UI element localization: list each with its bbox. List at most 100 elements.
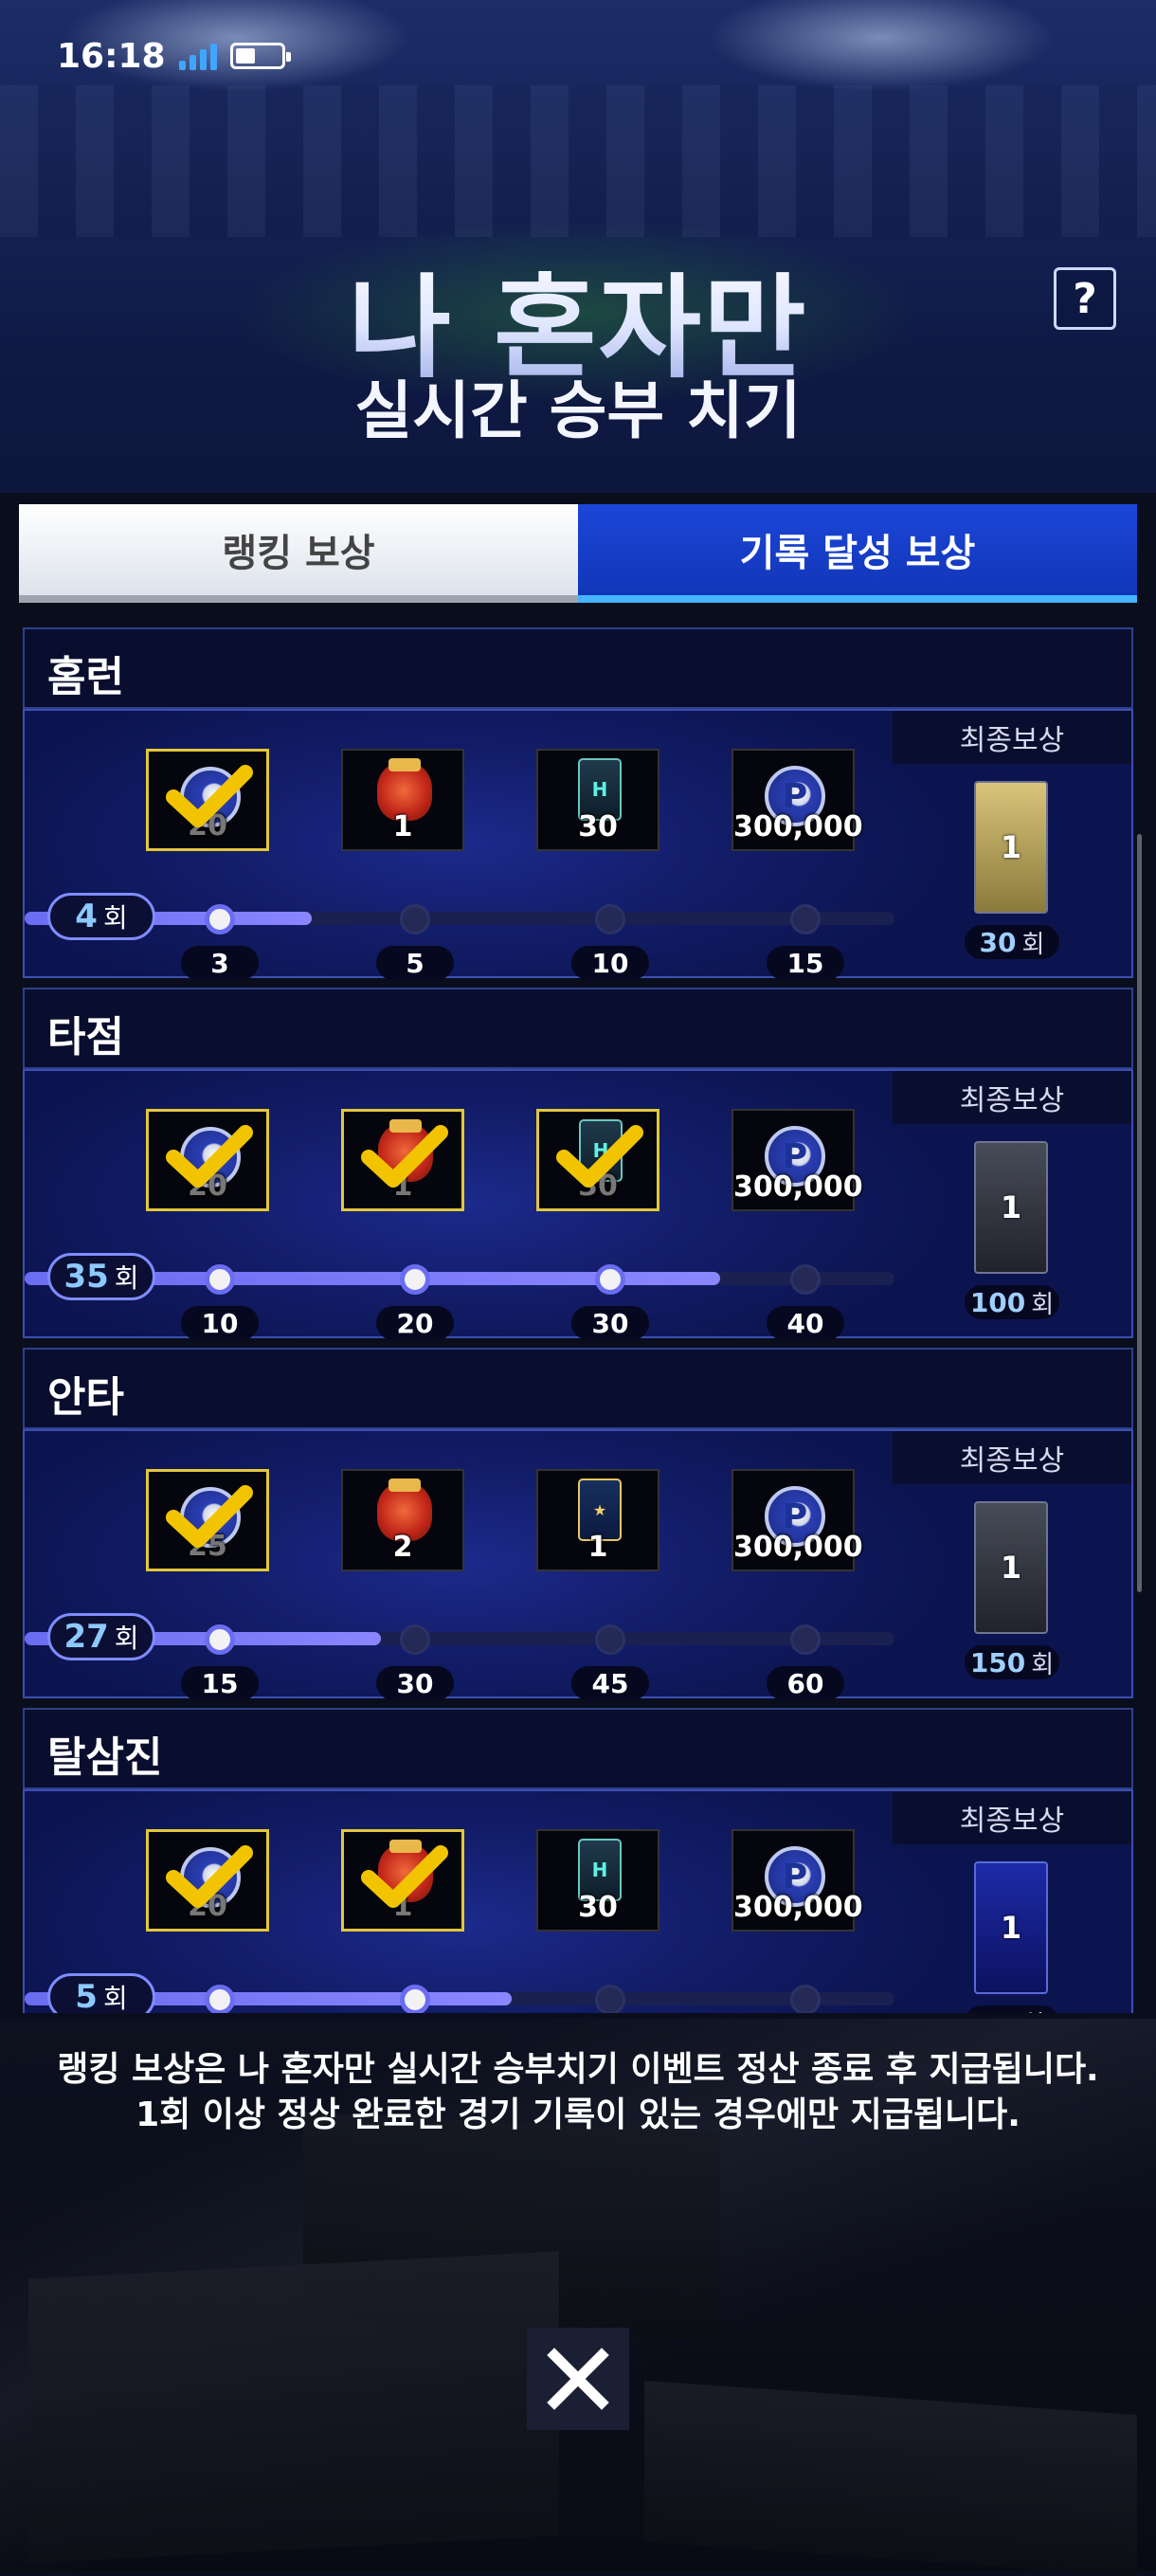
milestone-node: [595, 1624, 625, 1655]
skill-change-ticket-icon: 1: [974, 1141, 1048, 1274]
reward-slot[interactable]: P 300,000: [732, 1469, 863, 1571]
reward-slot[interactable]: H 30: [536, 1109, 659, 1211]
milestone-node: [205, 1264, 235, 1295]
final-reward[interactable]: 최종보상 1 30 회: [893, 711, 1131, 976]
final-reward-quantity: 1: [1000, 1550, 1022, 1586]
milestone-node: [400, 1624, 430, 1655]
notice-text: 랭킹 보상은 나 혼자만 실시간 승부치기 이벤트 정산 종료 후 지급됩니다.…: [0, 2047, 1156, 2138]
milestone-node: [790, 1264, 821, 1295]
milestone-node: [205, 1985, 235, 2013]
reward-slot[interactable]: ★ 1: [536, 1469, 659, 1571]
reward-slot[interactable]: 2: [341, 1469, 464, 1571]
section-body: 5회20214H306P300,0008최종보상115회: [23, 1789, 1133, 2013]
milestone-threshold: 5: [376, 946, 454, 980]
current-count: 5: [75, 1978, 98, 2013]
milestone-node: [790, 904, 821, 934]
reward-slot[interactable]: P 300,000: [732, 749, 863, 851]
reward-quantity: 30: [578, 810, 618, 844]
milestone-node: [595, 1264, 625, 1295]
reward-slot[interactable]: 20: [146, 749, 269, 851]
reward-slot[interactable]: 1: [341, 1829, 464, 1932]
reward-section: 안타 27 회 25 15 2 30 ★ 1 45 P 300,000 60 최종보상 1 150 회: [23, 1348, 1133, 1700]
milestone-threshold: 10: [571, 946, 649, 980]
final-reward-requirement: 15 회: [965, 2005, 1059, 2013]
milestone-node: [400, 904, 430, 934]
reward-slot[interactable]: 20: [146, 1109, 269, 1211]
reward-section: 타점 35 회 20 10 1 20 H 30 30 P 300,000 40 최종보상 1 100 회: [23, 988, 1133, 1340]
final-reward-label: 최종보상: [893, 711, 1131, 764]
close-icon: [547, 2348, 609, 2410]
reward-slot[interactable]: H 30: [536, 749, 659, 851]
stadium-stands: [0, 85, 1156, 237]
reward-quantity: 300,000: [733, 810, 863, 844]
final-required-unit: 회: [1031, 1290, 1055, 1319]
stage-block: [644, 2380, 1137, 2576]
final-reward-label: 최종보상: [893, 1071, 1131, 1124]
section-body: 4 회 20 3 1 5 H 30 10 P 300,000 15 최종보상 1 30 회: [23, 709, 1133, 980]
final-reward-requirement: 30 회: [965, 925, 1059, 959]
milestone-node: [400, 1264, 430, 1295]
reward-slot[interactable]: H 30: [536, 1829, 659, 1932]
milestone-node: [790, 1985, 821, 2013]
milestone-threshold: 45: [571, 1666, 649, 1700]
final-reward-quantity: 1: [1000, 1189, 1022, 1225]
milestone-threshold: 60: [767, 1666, 844, 1700]
current-count: 35: [63, 1258, 109, 1296]
reward-slot[interactable]: 20: [146, 1829, 269, 1932]
tab-ranking-reward[interactable]: 랭킹 보상: [19, 504, 578, 603]
reward-slot[interactable]: 1: [341, 749, 464, 851]
reward-quantity: 2: [392, 1531, 413, 1564]
section-body: 35 회 20 10 1 20 H 30 30 P 300,000 40 최종보상 1 100 회: [23, 1069, 1133, 1340]
notice-line: 1회 이상 정상 완료한 경기 기록이 있는 경우에만 지급됩니다.: [135, 2095, 1021, 2134]
milestone-threshold: 30: [571, 1306, 649, 1340]
reward-quantity: 300,000: [733, 1891, 863, 1924]
notice-line: 랭킹 보상은 나 혼자만 실시간 승부치기 이벤트 정산 종료 후 지급됩니다.: [57, 2050, 1099, 2089]
reward-quantity: 300,000: [733, 1531, 863, 1564]
reward-slot[interactable]: P 300,000: [732, 1109, 863, 1211]
final-reward[interactable]: 최종보상 1 15 회: [893, 1791, 1131, 2013]
current-count-badge: 35 회: [47, 1253, 155, 1300]
current-count-badge: 4회: [47, 893, 155, 940]
final-reward[interactable]: 최종보상 1 150 회: [893, 1431, 1131, 1696]
milestone-threshold: 15: [767, 946, 844, 980]
count-unit: 회: [102, 902, 128, 934]
final-reward-label: 최종보상: [893, 1791, 1131, 1844]
help-button[interactable]: ?: [1054, 267, 1116, 330]
final-required-unit: 회: [1022, 2005, 1045, 2014]
final-reward-requirement: 150 회: [965, 1645, 1059, 1679]
milestone-node: [205, 1624, 235, 1655]
count-unit: 회: [114, 1262, 139, 1294]
final-required-count: 30: [979, 926, 1017, 958]
reward-quantity: 300,000: [733, 1170, 863, 1204]
final-required-count: 100: [969, 1286, 1026, 1318]
reward-section: 홈런 4 회 20 3 1 5 H 30 10 P 300,000 15 최종보상 1 30 회: [23, 627, 1133, 980]
battery-icon: [229, 43, 291, 69]
milestone-threshold: 30: [376, 1666, 454, 1700]
scrollbar[interactable]: [1137, 834, 1142, 1592]
event-subtitle: 실시간 승부 치기: [354, 374, 802, 447]
milestone-threshold: 20: [376, 1306, 454, 1340]
current-count: 27: [63, 1618, 109, 1656]
reward-slot[interactable]: 1: [341, 1109, 464, 1211]
current-count: 4: [75, 898, 98, 935]
stage-block: [28, 2251, 559, 2564]
section-header: 홈런: [23, 627, 1133, 709]
final-required-count: 15: [980, 2007, 1017, 2014]
section-title: 탈삼진: [47, 1733, 163, 1782]
milestone-node: [595, 1985, 625, 2013]
final-required-count: 150: [969, 1646, 1026, 1678]
reward-tabs: 랭킹 보상 기록 달성 보상: [19, 504, 1137, 603]
reward-slot[interactable]: P 300,000: [732, 1829, 863, 1932]
milestone-node: [790, 1624, 821, 1655]
close-button[interactable]: [527, 2328, 629, 2430]
count-unit: 회: [114, 1623, 139, 1654]
reward-list[interactable]: 홈런 4 회 20 3 1 5 H 30 10 P 300,000 15 최종보상 1 30 회 타점 35 회 20 1…: [23, 627, 1133, 2013]
milestone-threshold: 3: [181, 946, 259, 980]
final-reward-quantity: 1: [1000, 1910, 1022, 1946]
section-title: 안타: [47, 1373, 124, 1422]
reward-slot[interactable]: 25: [146, 1469, 269, 1571]
section-header: 타점: [23, 988, 1133, 1069]
final-reward[interactable]: 최종보상 1 100 회: [893, 1071, 1131, 1336]
tab-record-reward[interactable]: 기록 달성 보상: [578, 504, 1137, 603]
potential-reset-ticket-icon: 1: [974, 1501, 1048, 1634]
